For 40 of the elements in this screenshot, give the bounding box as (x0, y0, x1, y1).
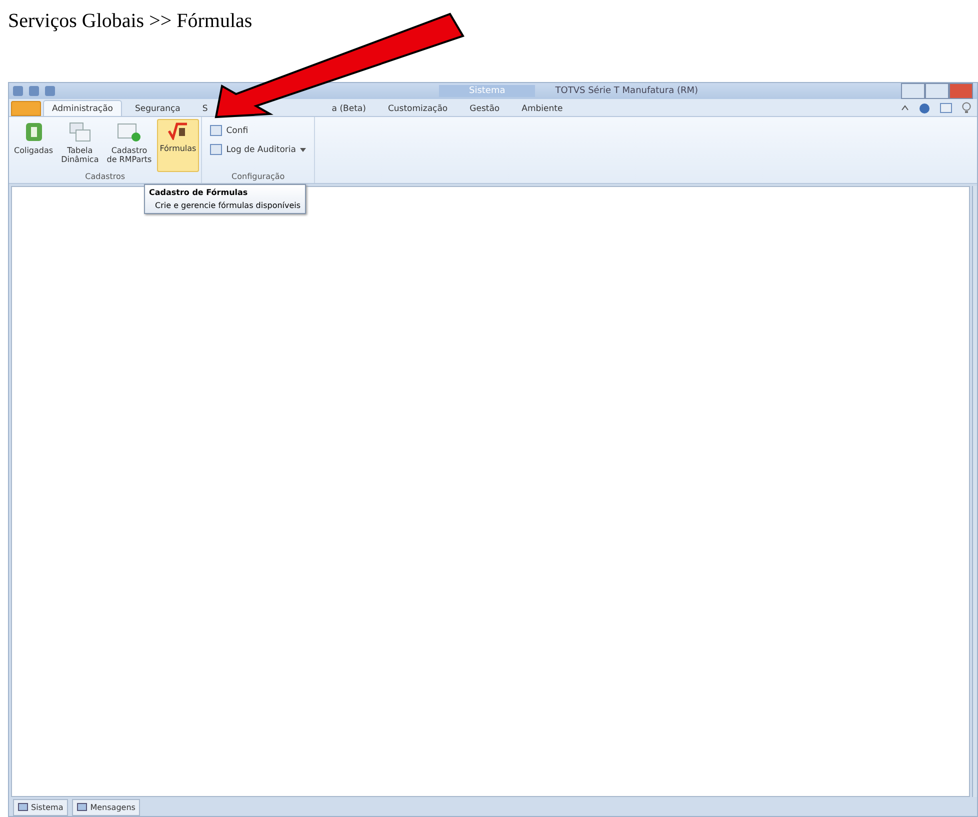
window-icon (77, 803, 88, 812)
group-label: Configuração (230, 172, 286, 183)
window-title: TOTVS Série T Manufatura (RM) (554, 86, 700, 96)
context-tab-label: Sistema (439, 85, 536, 97)
ribbon-small-button[interactable]: Confi (210, 125, 306, 136)
ribbon-tab[interactable]: a (Beta) (322, 100, 375, 116)
ribbon-button[interactable]: Coligadas (11, 119, 56, 172)
ribbon-tab[interactable]: S (193, 100, 217, 116)
toolbar-icon[interactable] (29, 86, 39, 96)
ribbon-tab[interactable]: Ambiente (512, 100, 572, 116)
tooltip-text: Crie e gerencie fórmulas disponíveis (154, 201, 301, 210)
ribbon-small-button[interactable]: Log de Auditoria (210, 144, 306, 155)
caption-text: Serviços Globais >> Fórmulas (8, 10, 252, 32)
maximize-button[interactable] (925, 83, 949, 99)
ribbon-button[interactable]: Fórmulas (156, 119, 200, 172)
layout-icon[interactable] (940, 103, 952, 113)
document-icon (210, 144, 222, 155)
application-menu-button[interactable] (11, 101, 41, 116)
window-plus-icon (117, 122, 142, 142)
group-label: Cadastros (84, 172, 126, 183)
windows-icon (68, 122, 91, 142)
ribbon-tab[interactable]: Gestão (460, 100, 509, 116)
formula-icon (168, 122, 188, 140)
lightbulb-icon[interactable] (962, 102, 971, 114)
globe-icon[interactable] (919, 102, 930, 114)
ribbon-tab[interactable]: Administração (43, 100, 122, 116)
document-icon (210, 125, 222, 136)
ribbon-tab[interactable]: Segurança (126, 100, 190, 116)
ribbon-button[interactable]: Tabela Dinâmica (58, 119, 102, 172)
ribbon-tab[interactable]: Customização (378, 100, 457, 116)
collapse-icon[interactable] (901, 105, 909, 111)
status-tab[interactable]: Mensagens (72, 799, 140, 816)
ribbon-button[interactable]: Cadastro de RMParts (104, 119, 155, 172)
building-icon (24, 122, 43, 142)
app-icon[interactable] (13, 86, 23, 96)
window-icon (18, 803, 28, 812)
caret-icon (300, 148, 306, 152)
minimize-button[interactable] (901, 83, 925, 99)
tooltip-title: Cadastro de Fórmulas (149, 188, 249, 197)
status-tab[interactable]: Sistema (13, 799, 68, 816)
